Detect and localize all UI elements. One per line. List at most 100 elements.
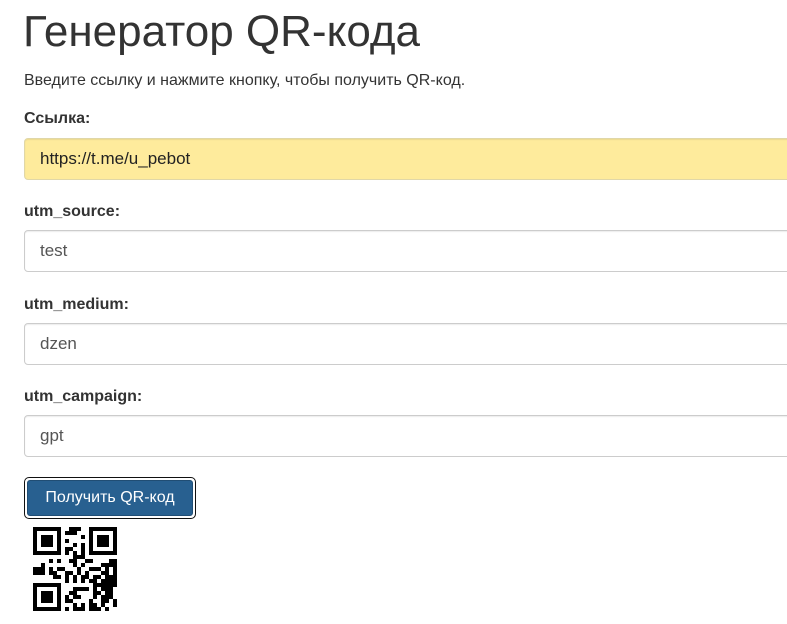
qr-module <box>77 567 81 571</box>
qr-module <box>105 599 109 603</box>
qr-module <box>45 591 49 595</box>
qr-module <box>41 539 45 543</box>
qr-module <box>93 575 97 579</box>
qr-module <box>81 587 85 591</box>
utm-source-input[interactable] <box>24 230 787 272</box>
qr-module <box>41 591 45 595</box>
qr-module <box>101 571 105 575</box>
qr-module <box>49 599 53 603</box>
qr-module <box>73 579 77 583</box>
link-input[interactable] <box>24 138 787 180</box>
qr-module <box>89 607 93 611</box>
qr-module <box>81 603 85 607</box>
qr-module <box>37 571 41 575</box>
qr-module <box>113 531 117 535</box>
qr-module <box>81 563 85 567</box>
qr-module <box>93 527 97 531</box>
utm-medium-input[interactable] <box>24 323 787 365</box>
qr-module <box>57 543 61 547</box>
qr-module <box>45 551 49 555</box>
qr-module <box>73 531 77 535</box>
qr-module <box>85 559 89 563</box>
qr-module <box>105 543 109 547</box>
qr-module <box>53 551 57 555</box>
qr-module <box>49 595 53 599</box>
qr-module <box>113 603 117 607</box>
qr-module <box>33 591 37 595</box>
qr-module <box>57 567 61 571</box>
qr-module <box>93 587 97 591</box>
qr-module <box>41 563 45 567</box>
qr-module <box>113 535 117 539</box>
qr-module <box>65 579 69 583</box>
qr-module <box>53 527 57 531</box>
qr-module <box>101 587 105 591</box>
qr-module <box>105 579 109 583</box>
qr-module <box>77 607 81 611</box>
qr-module <box>57 591 61 595</box>
qr-module <box>33 587 37 591</box>
qr-module <box>33 607 37 611</box>
qr-module <box>77 555 81 559</box>
submit-button-focus-ring: Получить QR-код <box>24 477 196 519</box>
qr-module <box>89 579 93 583</box>
qr-module <box>53 583 57 587</box>
qr-module <box>97 539 101 543</box>
qr-module <box>33 567 37 571</box>
qr-module <box>101 539 105 543</box>
qr-module <box>49 527 53 531</box>
qr-module <box>65 531 69 535</box>
qr-module <box>37 583 41 587</box>
qr-module <box>109 583 113 587</box>
qr-module <box>89 603 93 607</box>
qr-module <box>57 607 61 611</box>
qr-module <box>89 547 93 551</box>
qr-module <box>57 551 61 555</box>
qr-module <box>45 583 49 587</box>
utm-campaign-input[interactable] <box>24 415 787 457</box>
qr-module <box>37 607 41 611</box>
qr-module <box>89 527 93 531</box>
qr-module <box>73 551 77 555</box>
qr-module <box>73 587 77 591</box>
qr-module <box>97 527 101 531</box>
qr-module <box>33 543 37 547</box>
qr-module <box>65 575 69 579</box>
qr-module <box>97 543 101 547</box>
qr-module <box>49 607 53 611</box>
qr-module <box>101 563 105 567</box>
qr-module <box>33 599 37 603</box>
qr-module <box>65 595 69 599</box>
qr-module <box>73 575 77 579</box>
qr-module <box>109 591 113 595</box>
qr-module <box>81 579 85 583</box>
qr-module <box>33 527 37 531</box>
qr-module <box>41 551 45 555</box>
qr-module <box>81 535 85 539</box>
qr-module <box>73 603 77 607</box>
qr-module <box>69 559 73 563</box>
qr-module <box>105 535 109 539</box>
qr-module <box>81 555 85 559</box>
qr-module <box>33 595 37 599</box>
qr-module <box>85 571 89 575</box>
qr-module <box>89 559 93 563</box>
qr-module <box>65 571 69 575</box>
qr-module <box>81 547 85 551</box>
qr-module <box>33 535 37 539</box>
qr-module <box>105 591 109 595</box>
get-qr-code-button[interactable]: Получить QR-код <box>27 480 193 516</box>
qr-module <box>105 527 109 531</box>
qr-module <box>73 595 77 599</box>
qr-module <box>101 527 105 531</box>
qr-module <box>85 587 89 591</box>
qr-module <box>73 591 77 595</box>
qr-module <box>33 551 37 555</box>
qr-module <box>41 599 45 603</box>
qr-module <box>45 595 49 599</box>
qr-module <box>93 607 97 611</box>
qr-module <box>41 583 45 587</box>
qr-module <box>41 567 45 571</box>
qr-module <box>89 551 93 555</box>
qr-module <box>33 583 37 587</box>
